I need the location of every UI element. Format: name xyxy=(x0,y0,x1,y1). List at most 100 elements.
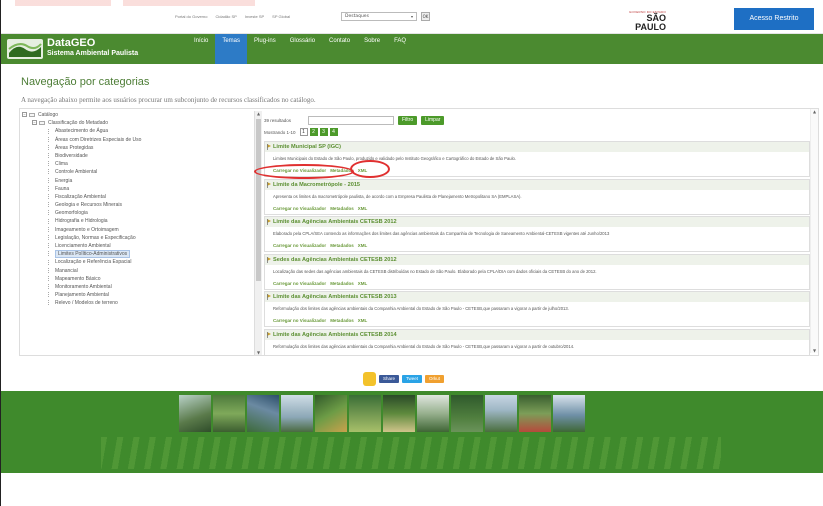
scroll-down-icon[interactable]: ▼ xyxy=(255,350,262,355)
page-2-button[interactable]: 2 xyxy=(309,128,318,136)
page-4-button[interactable]: 4 xyxy=(329,128,338,136)
page-3-button[interactable]: 3 xyxy=(319,128,328,136)
top-link-global[interactable]: SP Global xyxy=(272,14,290,19)
collapse-icon[interactable]: − xyxy=(32,120,37,126)
acesso-restrito-button[interactable]: Acesso Restrito xyxy=(734,8,814,30)
metadata-link[interactable]: Metadados xyxy=(330,318,354,323)
result-title[interactable]: Limite das Agências Ambientais CETESB 20… xyxy=(273,219,397,225)
tree-item[interactable]: Fiscalização Ambiental xyxy=(22,193,266,201)
top-link-portal[interactable]: Portal do Governo xyxy=(175,14,207,19)
tree-item[interactable]: Mapeamento Básico xyxy=(22,275,266,283)
go-button[interactable]: OK xyxy=(421,12,430,21)
results-scrollbar[interactable]: ▲ ▼ xyxy=(810,109,818,353)
result-title[interactable]: Limite da Macrometrópole - 2015 xyxy=(273,182,360,188)
scroll-down-icon[interactable]: ▼ xyxy=(811,348,818,353)
result-card: Limite das Agências Ambientais CETESB 20… xyxy=(264,328,810,355)
result-title[interactable]: Limite das Agências Ambientais CETESB 20… xyxy=(273,332,397,338)
load-in-viewer-link[interactable]: Carregar no Visualizador xyxy=(273,206,326,211)
tree-item[interactable]: Imageamento e Ortoimagem xyxy=(22,226,266,234)
tweet-button[interactable]: Tweet xyxy=(402,375,423,383)
tree-group[interactable]: − Classificação do Metadado xyxy=(22,119,266,127)
collapse-icon[interactable]: − xyxy=(22,112,27,118)
top-link-investe[interactable]: Investe SP xyxy=(245,14,264,19)
nav-inicio[interactable]: Início xyxy=(187,34,215,64)
main-nav: Início Temas Plug-ins Glossário Contato … xyxy=(187,34,413,64)
filter-button[interactable]: Filtro xyxy=(398,115,418,125)
result-title-row[interactable]: Limite das Agências Ambientais CETESB 20… xyxy=(265,217,809,227)
tree-item[interactable]: Áreas com Diretrizes Especiais de Uso xyxy=(22,136,266,144)
result-title-row[interactable]: Limite Municipal SP (IGC) xyxy=(265,142,809,152)
tree-item[interactable]: Legislação, Normas e Especificação xyxy=(22,234,266,242)
load-in-viewer-link[interactable]: Carregar no Visualizador xyxy=(273,243,326,248)
tree-item[interactable]: Biodiversidade xyxy=(22,152,266,160)
xml-link[interactable]: XML xyxy=(358,318,368,323)
chevron-down-icon: ▾ xyxy=(410,14,413,19)
tree-item[interactable]: Geomorfologia xyxy=(22,209,266,217)
nav-plugins[interactable]: Plug-ins xyxy=(247,34,283,64)
tree-item[interactable]: Áreas Protegidas xyxy=(22,144,266,152)
metadata-link[interactable]: Metadados xyxy=(330,206,354,211)
gov-sp-logo[interactable]: GOVERNO DO ESTADO SÃO PAULO xyxy=(614,10,666,32)
layer-pin-icon xyxy=(267,294,271,300)
result-description: Elaborado pela CPLA/SEA contendo as info… xyxy=(273,231,610,236)
photo-hills xyxy=(451,395,483,432)
tree-item[interactable]: Localização e Referência Espacial xyxy=(22,258,266,266)
tree-root[interactable]: − Catálogo xyxy=(22,111,266,119)
tree-item[interactable]: Hidrografia e Hidrologia xyxy=(22,217,266,225)
page-1-button[interactable]: 1 xyxy=(299,128,308,136)
tree-scroll-thumb[interactable] xyxy=(256,119,261,281)
results-toolbar: 39 resultados Filtro Limpar xyxy=(264,115,445,125)
photo-mist xyxy=(417,395,449,432)
nav-contato[interactable]: Contato xyxy=(322,34,357,64)
result-title-row[interactable]: Sedes das Agências Ambientais CETESB 201… xyxy=(265,254,809,265)
like-thumb-icon[interactable] xyxy=(363,372,376,386)
destaques-select-value: Destaques xyxy=(345,14,369,19)
tree-leaf-icon xyxy=(48,243,51,249)
tree-item[interactable]: Clima xyxy=(22,160,266,168)
load-in-viewer-link[interactable]: Carregar no Visualizador xyxy=(273,281,326,286)
scroll-up-icon[interactable]: ▲ xyxy=(255,111,262,116)
tree-item[interactable]: Abastecimento de Água xyxy=(22,127,266,135)
facebook-share-button[interactable]: Share xyxy=(379,375,400,383)
tree-item[interactable]: Energia xyxy=(22,177,266,185)
result-title[interactable]: Limite das Agências Ambientais CETESB 20… xyxy=(273,294,397,300)
layer-pin-icon xyxy=(267,256,271,263)
site-header: DataGEO Sistema Ambiental Paulista Iníci… xyxy=(1,34,823,64)
nav-faq[interactable]: FAQ xyxy=(387,34,413,64)
result-title[interactable]: Sedes das Agências Ambientais CETESB 201… xyxy=(273,257,397,263)
result-title-row[interactable]: Limite das Agências Ambientais CETESB 20… xyxy=(265,292,809,302)
tree-item[interactable]: Limites Político-Administrativos xyxy=(22,250,266,259)
nav-glossario[interactable]: Glossário xyxy=(283,34,322,64)
destaques-select[interactable]: Destaques ▾ xyxy=(341,12,417,21)
metadata-link[interactable]: Metadados xyxy=(330,281,354,286)
tree-item[interactable]: Monitoramento Ambiental xyxy=(22,283,266,291)
tree-item[interactable]: Geologia e Recursos Minerais xyxy=(22,201,266,209)
datageo-logo-icon[interactable] xyxy=(7,39,43,59)
nav-sobre[interactable]: Sobre xyxy=(357,34,387,64)
tree-item[interactable]: Manancial xyxy=(22,267,266,275)
load-in-viewer-link[interactable]: Carregar no Visualizador xyxy=(273,318,326,323)
top-link-cidadao[interactable]: Cidadão SP xyxy=(215,14,236,19)
xml-link[interactable]: XML xyxy=(358,243,368,248)
scroll-up-icon[interactable]: ▲ xyxy=(811,109,818,114)
metadata-link[interactable]: Metadados xyxy=(330,243,354,248)
tree-item[interactable]: Controle Ambiental xyxy=(22,168,266,176)
xml-link[interactable]: XML xyxy=(358,281,368,286)
filter-input[interactable] xyxy=(308,115,394,125)
nav-temas[interactable]: Temas xyxy=(215,34,248,64)
tree-item[interactable]: Planejamento Ambiental xyxy=(22,291,266,299)
result-title-row[interactable]: Limite das Agências Ambientais CETESB 20… xyxy=(265,329,809,340)
tree-item[interactable]: Relevo / Modelos de terreno xyxy=(22,299,266,307)
pagination: Mostrando 1-10 1 2 3 4 xyxy=(264,128,338,136)
tree-group-label: Classificação do Metadado xyxy=(48,120,109,127)
tree-scrollbar[interactable]: ▲ ▼ xyxy=(254,111,262,355)
tree-item[interactable]: Licenciamento Ambiental xyxy=(22,242,266,250)
layer-pin-icon xyxy=(267,219,271,225)
orkut-button[interactable]: Orkut xyxy=(425,375,445,383)
tree-item[interactable]: Fauna xyxy=(22,185,266,193)
result-title[interactable]: Limite Municipal SP (IGC) xyxy=(273,144,341,150)
clear-button[interactable]: Limpar xyxy=(421,115,445,125)
xml-link[interactable]: XML xyxy=(358,206,368,211)
tree-leaf-icon xyxy=(48,128,51,134)
result-title-row[interactable]: Limite da Macrometrópole - 2015 xyxy=(265,179,809,190)
